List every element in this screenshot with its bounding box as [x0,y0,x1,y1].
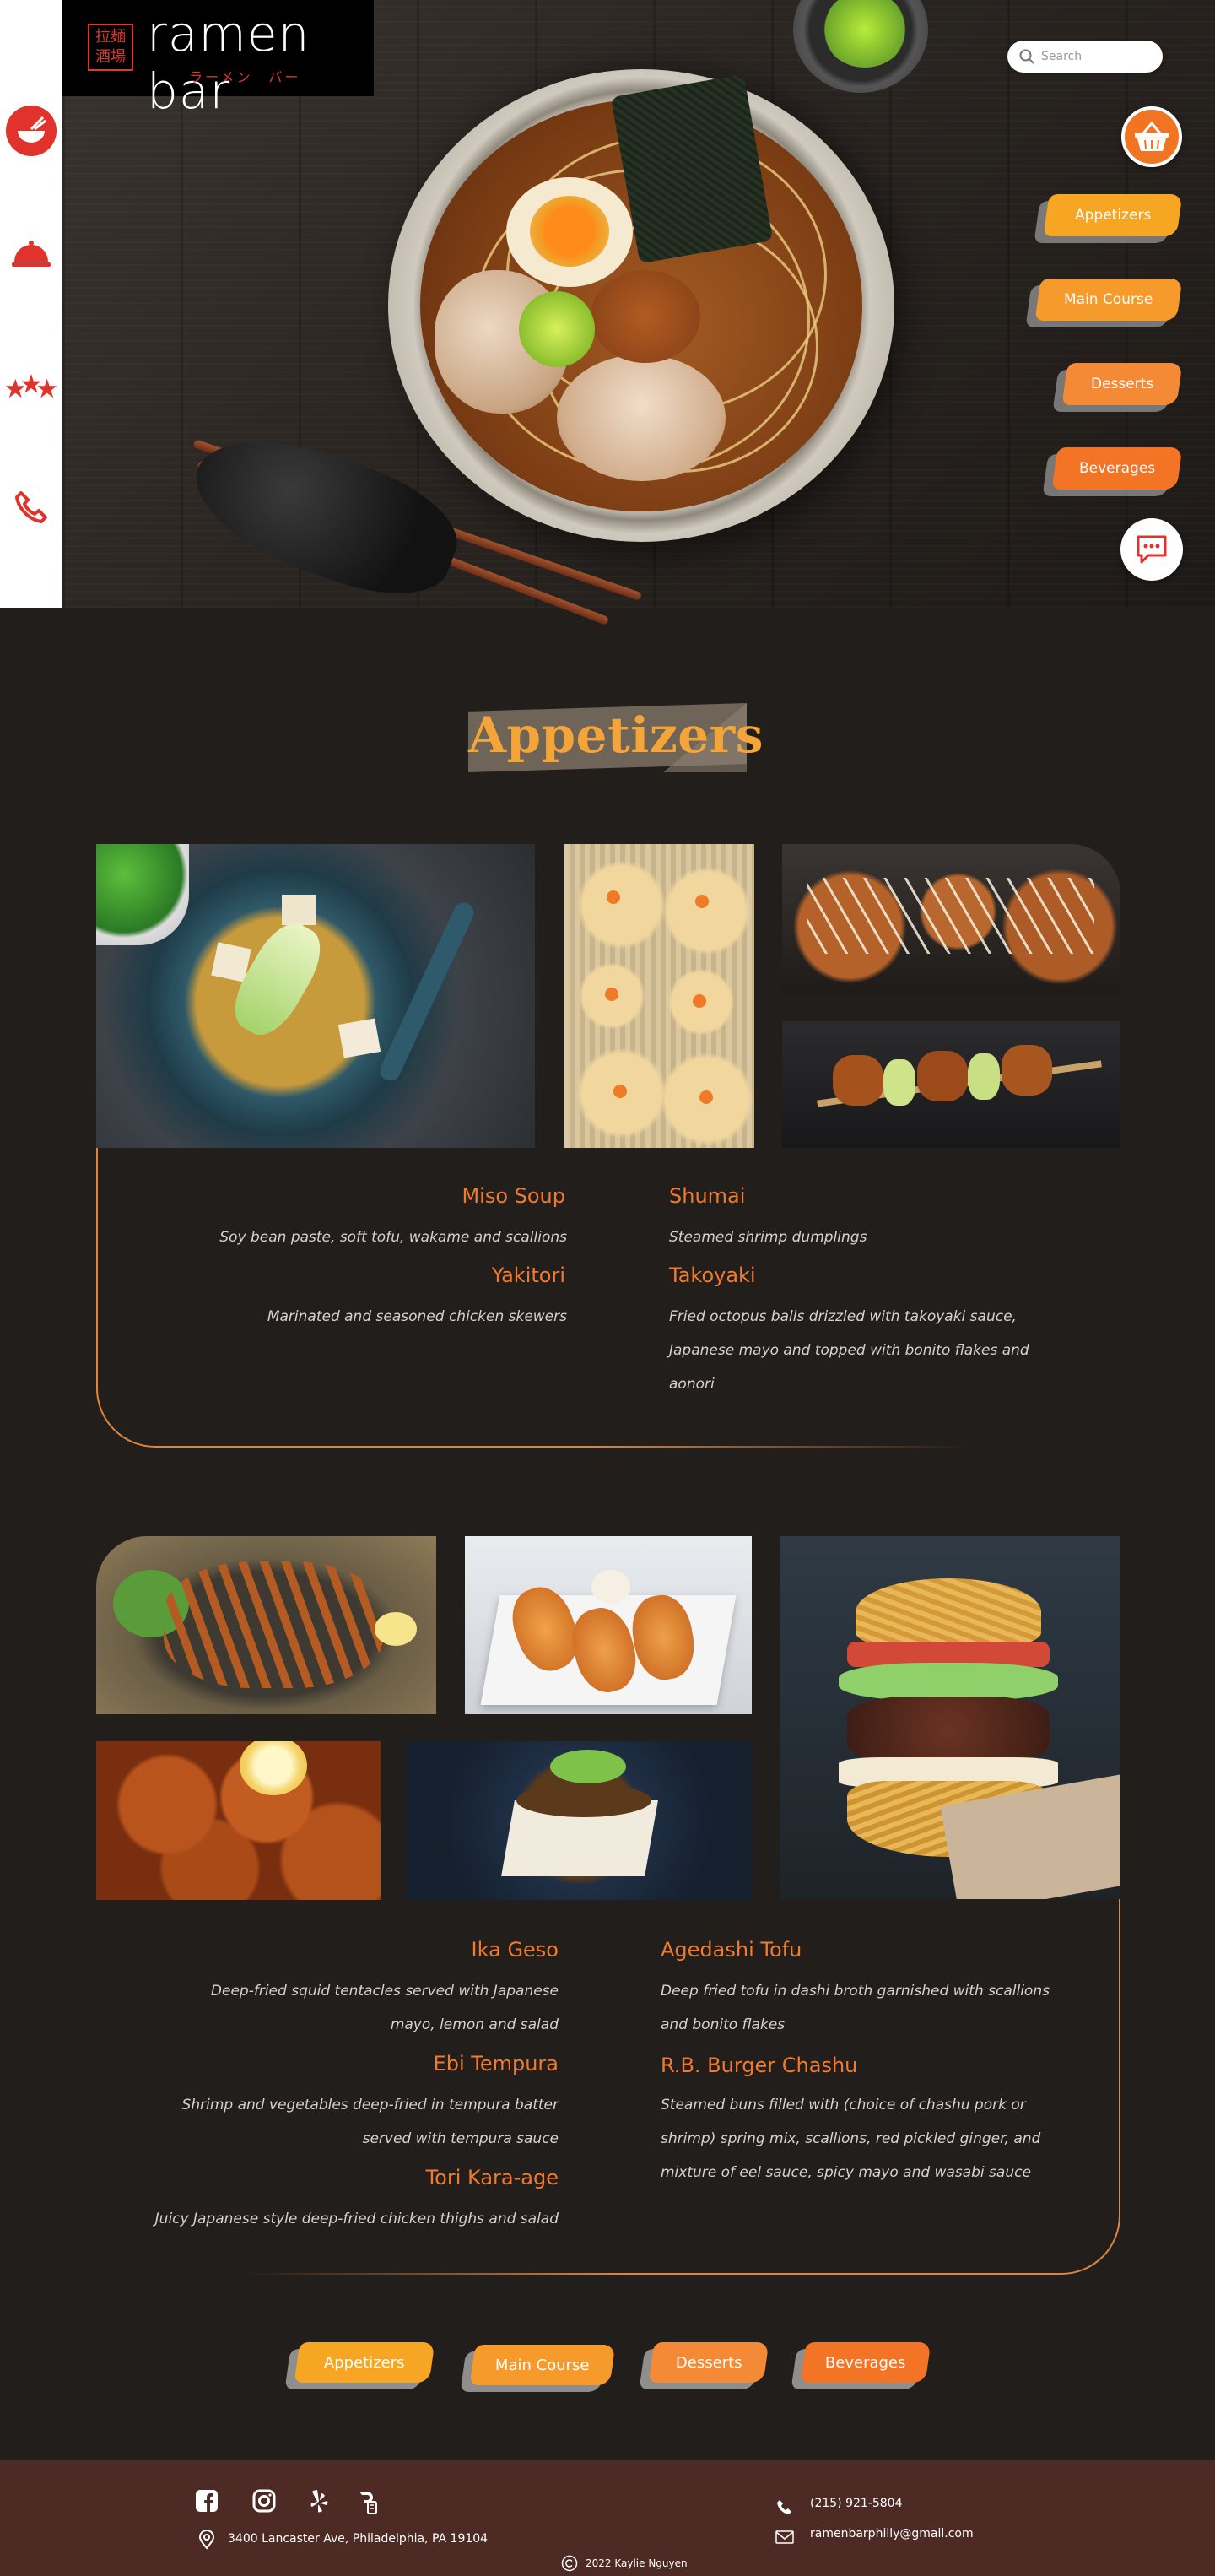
basket-button[interactable] [1121,106,1182,167]
search-icon [1019,49,1034,64]
hero-nav-main-course[interactable]: Main Course [1034,279,1183,321]
bottom-nav-main-course[interactable]: Main Course [469,2345,616,2385]
ramen-bowl-icon[interactable] [6,106,57,156]
yelp-icon[interactable] [306,2488,332,2514]
bottom-nav-desserts[interactable]: Desserts [648,2342,770,2383]
hero: 拉麺酒場 ramen bar ラーメン バー Search Appetizers… [0,0,1215,626]
dish-name-tori-karaage: Tori Kara-age [425,2166,559,2189]
ebi-tempura-photo[interactable] [465,1536,752,1714]
cloche-icon[interactable] [6,228,57,279]
dish-desc-ika-geso: Deep-fried squid tentacles served with J… [210,1983,559,2033]
dish-name-yakitori: Yakitori [491,1264,565,1287]
dish-desc-shumai: Steamed shrimp dumplings [669,1229,867,1246]
hero-nav-beverages[interactable]: Beverages [1051,447,1183,490]
dish-desc-rb-burger-chashu: Steamed buns filled with (choice of chas… [661,2097,1041,2181]
shumai-photo[interactable] [564,844,754,1148]
logo-seal: 拉麺酒場 [88,24,133,71]
burger-chashu-photo[interactable] [780,1536,1120,1899]
phone-icon [772,2494,797,2519]
logo-name: ramen bar [147,5,310,120]
instagram-icon[interactable] [251,2488,277,2514]
dish-name-takoyaki: Takoyaki [669,1264,756,1287]
search-box[interactable]: Search [1007,41,1163,73]
dish-desc-miso-soup: Soy bean paste, soft tofu, wakame and sc… [219,1229,567,1246]
bottom-nav-beverages[interactable]: Beverages [800,2342,932,2383]
dish-name-ebi-tempura: Ebi Tempura [433,2052,559,2075]
dish-name-shumai: Shumai [669,1184,746,1208]
location-icon [194,2527,219,2552]
doordash-icon[interactable] [355,2490,381,2515]
footer-phone[interactable]: (215) 921-5804 [810,2497,903,2510]
section-title: Appetizers [468,706,764,764]
footer: 3400 Lancaster Ave, Philadelphia, PA 191… [0,2460,1215,2576]
logo-subtitle: ラーメン バー [189,69,301,85]
logo[interactable]: 拉麺酒場 ramen bar ラーメン バー [62,0,374,120]
dish-desc-tori-karaage: Juicy Japanese style deep-fried chicken … [154,2211,559,2227]
dish-desc-takoyaki: Fried octopus balls drizzled with takoya… [669,1308,1029,1393]
search-input[interactable]: Search [1041,50,1082,63]
sidebar [0,0,62,608]
hero-nav-desserts[interactable]: Desserts [1061,363,1183,405]
chat-icon [1137,535,1167,564]
dish-desc-ebi-tempura: Shrimp and vegetables deep-fried in temp… [181,2097,559,2147]
dish-desc-agedashi-tofu: Deep fried tofu in dashi broth garnished… [661,1983,1050,2033]
footer-copyright: 2022 Kaylie Nguyen [586,2557,688,2569]
tori-karaage-photo[interactable] [96,1741,381,1900]
bottom-nav-appetizers[interactable]: Appetizers [294,2342,435,2383]
facebook-icon[interactable] [194,2488,219,2514]
basket-icon [1135,121,1169,151]
agedashi-tofu-photo[interactable] [407,1741,752,1900]
chat-button[interactable] [1120,518,1183,581]
dish-name-ika-geso: Ika Geso [471,1938,559,1962]
nori-image [610,73,774,264]
ika-geso-photo[interactable] [96,1536,436,1714]
dish-name-rb-burger-chashu: R.B. Burger Chashu [661,2054,858,2077]
hero-nav-appetizers[interactable]: Appetizers [1043,194,1183,236]
section-title-banner: Appetizers [468,703,764,772]
email-icon [772,2525,797,2550]
yakitori-photo[interactable] [782,1021,1120,1148]
page: 拉麺酒場 ramen bar ラーメン バー Search Appetizers… [0,0,1215,2576]
footer-address: 3400 Lancaster Ave, Philadelphia, PA 191… [228,2532,489,2546]
miso-soup-photo[interactable] [96,844,535,1148]
copyright-icon [560,2554,579,2573]
takoyaki-photo[interactable] [782,844,1120,994]
dish-name-agedashi-tofu: Agedashi Tofu [661,1938,802,1962]
dish-desc-yakitori: Marinated and seasoned chicken skewers [267,1308,567,1325]
dish-name-miso-soup: Miso Soup [462,1184,565,1208]
phone-icon[interactable] [6,481,57,532]
footer-email[interactable]: ramenbarphilly@gmail.com [810,2527,974,2541]
stars-icon[interactable] [6,363,57,414]
